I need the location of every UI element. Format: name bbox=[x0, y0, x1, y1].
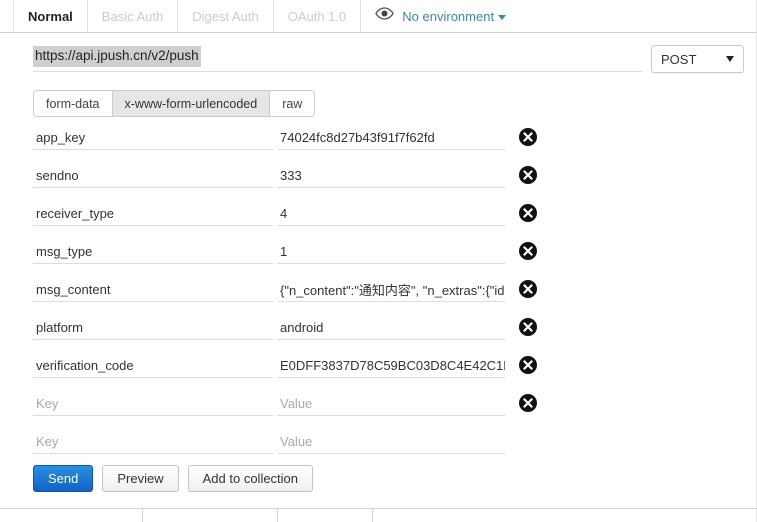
parameter-row: Key Value bbox=[0, 388, 757, 426]
parameter-key-input[interactable]: receiver_type bbox=[33, 201, 273, 226]
bottom-strip-cell[interactable] bbox=[143, 509, 278, 522]
parameter-value-input[interactable]: 74024fc8d27b43f91f7f62fd bbox=[277, 125, 505, 150]
parameter-row: receiver_type 4 bbox=[0, 198, 757, 236]
eye-icon[interactable] bbox=[375, 7, 394, 25]
parameter-value-input[interactable]: {"n_content":"通知内容", "n_extras":{"id":1}… bbox=[277, 277, 505, 302]
body-tab-form-data[interactable]: form-data bbox=[34, 91, 113, 116]
delete-parameter-button[interactable] bbox=[518, 165, 538, 185]
parameter-row: msg_content {"n_content":"通知内容", "n_extra… bbox=[0, 274, 757, 312]
delete-parameter-button[interactable] bbox=[518, 317, 538, 337]
body-type-tabs: form-data x-www-form-urlencoded raw bbox=[33, 90, 316, 117]
send-button-label: Send bbox=[48, 471, 79, 486]
auth-tab-digest-auth[interactable]: Digest Auth bbox=[178, 0, 274, 32]
body-tab-urlencoded[interactable]: x-www-form-urlencoded bbox=[112, 91, 271, 116]
parameter-row: Key Value bbox=[0, 426, 757, 464]
auth-tab-basic-auth[interactable]: Basic Auth bbox=[87, 0, 179, 32]
url-row: https://api.jpush.cn/v2/push POST bbox=[0, 33, 757, 83]
postman-request-builder: Normal Basic Auth Digest Auth OAuth 1.0 … bbox=[0, 0, 757, 522]
http-method-value: POST bbox=[661, 51, 697, 67]
auth-tab-basic-auth-label: Basic Auth bbox=[101, 8, 164, 24]
parameter-value-input[interactable]: 333 bbox=[277, 163, 505, 188]
parameter-row: app_key 74024fc8d27b43f91f7f62fd bbox=[0, 122, 757, 160]
auth-tab-oauth-1-label: OAuth 1.0 bbox=[287, 8, 347, 24]
parameter-row: verification_code E0DFF3837D78C59BC03D8C4… bbox=[0, 350, 757, 388]
bottom-tab-strip bbox=[0, 508, 757, 522]
parameter-rows: app_key 74024fc8d27b43f91f7f62fd sendno 333… bbox=[0, 122, 757, 464]
preview-button-label: Preview bbox=[117, 471, 164, 486]
delete-parameter-button[interactable] bbox=[518, 127, 538, 147]
auth-tab-oauth-1[interactable]: OAuth 1.0 bbox=[273, 0, 362, 32]
parameter-value-input[interactable]: Value bbox=[277, 391, 505, 416]
body-tab-raw[interactable]: raw bbox=[270, 91, 315, 116]
parameter-value-input[interactable]: E0DFF3837D78C59BC03D8C4E42C1E bbox=[277, 353, 505, 378]
parameter-key-input[interactable]: msg_content bbox=[33, 277, 273, 302]
bottom-strip-cell[interactable] bbox=[33, 509, 143, 522]
body-tab-form-data-label: form-data bbox=[46, 96, 100, 111]
bottom-strip-cell[interactable] bbox=[373, 509, 757, 522]
delete-parameter-button[interactable] bbox=[518, 355, 538, 375]
parameter-value-input[interactable]: 1 bbox=[277, 239, 505, 264]
http-method-select[interactable]: POST bbox=[651, 45, 744, 73]
chevron-down-icon bbox=[726, 56, 734, 62]
environment-selector[interactable]: No environment bbox=[402, 8, 507, 24]
bottom-strip-cell[interactable] bbox=[278, 509, 373, 522]
action-buttons: Send Preview Add to collection bbox=[33, 465, 314, 492]
delete-parameter-button[interactable] bbox=[518, 241, 538, 261]
body-tab-raw-label: raw bbox=[282, 96, 303, 111]
bottom-strip-spacer bbox=[0, 509, 33, 522]
chevron-down-icon bbox=[498, 14, 507, 20]
parameter-row: platform android bbox=[0, 312, 757, 350]
parameter-value-input[interactable]: Value bbox=[277, 429, 505, 454]
parameter-key-input[interactable]: Key bbox=[33, 429, 273, 454]
auth-tab-bar: Normal Basic Auth Digest Auth OAuth 1.0 … bbox=[0, 0, 757, 33]
environment-selector-label: No environment bbox=[402, 8, 495, 24]
url-input-value: https://api.jpush.cn/v2/push bbox=[33, 46, 201, 67]
delete-parameter-button[interactable] bbox=[518, 393, 538, 413]
parameter-row: sendno 333 bbox=[0, 160, 757, 198]
body-tab-urlencoded-label: x-www-form-urlencoded bbox=[124, 96, 258, 111]
parameter-value-input[interactable]: android bbox=[277, 315, 505, 340]
parameter-key-input[interactable]: Key bbox=[33, 391, 273, 416]
parameter-key-input[interactable]: verification_code bbox=[33, 353, 273, 378]
preview-button[interactable]: Preview bbox=[102, 465, 179, 492]
delete-parameter-button[interactable] bbox=[518, 203, 538, 223]
auth-tab-normal-label: Normal bbox=[28, 8, 73, 24]
environment-zone: No environment bbox=[361, 0, 507, 32]
parameter-key-input[interactable]: platform bbox=[33, 315, 273, 340]
send-button[interactable]: Send bbox=[33, 465, 94, 492]
add-to-collection-button[interactable]: Add to collection bbox=[187, 465, 314, 492]
parameter-row: msg_type 1 bbox=[0, 236, 757, 274]
parameter-key-input[interactable]: app_key bbox=[33, 125, 273, 150]
add-to-collection-button-label: Add to collection bbox=[202, 471, 299, 486]
delete-parameter-button[interactable] bbox=[518, 279, 538, 299]
auth-tab-normal[interactable]: Normal bbox=[13, 0, 88, 32]
parameter-value-input[interactable]: 4 bbox=[277, 201, 505, 226]
parameter-key-input[interactable]: msg_type bbox=[33, 239, 273, 264]
parameter-key-input[interactable]: sendno bbox=[33, 163, 273, 188]
url-input[interactable]: https://api.jpush.cn/v2/push bbox=[33, 46, 643, 72]
auth-tab-digest-auth-label: Digest Auth bbox=[192, 8, 259, 24]
